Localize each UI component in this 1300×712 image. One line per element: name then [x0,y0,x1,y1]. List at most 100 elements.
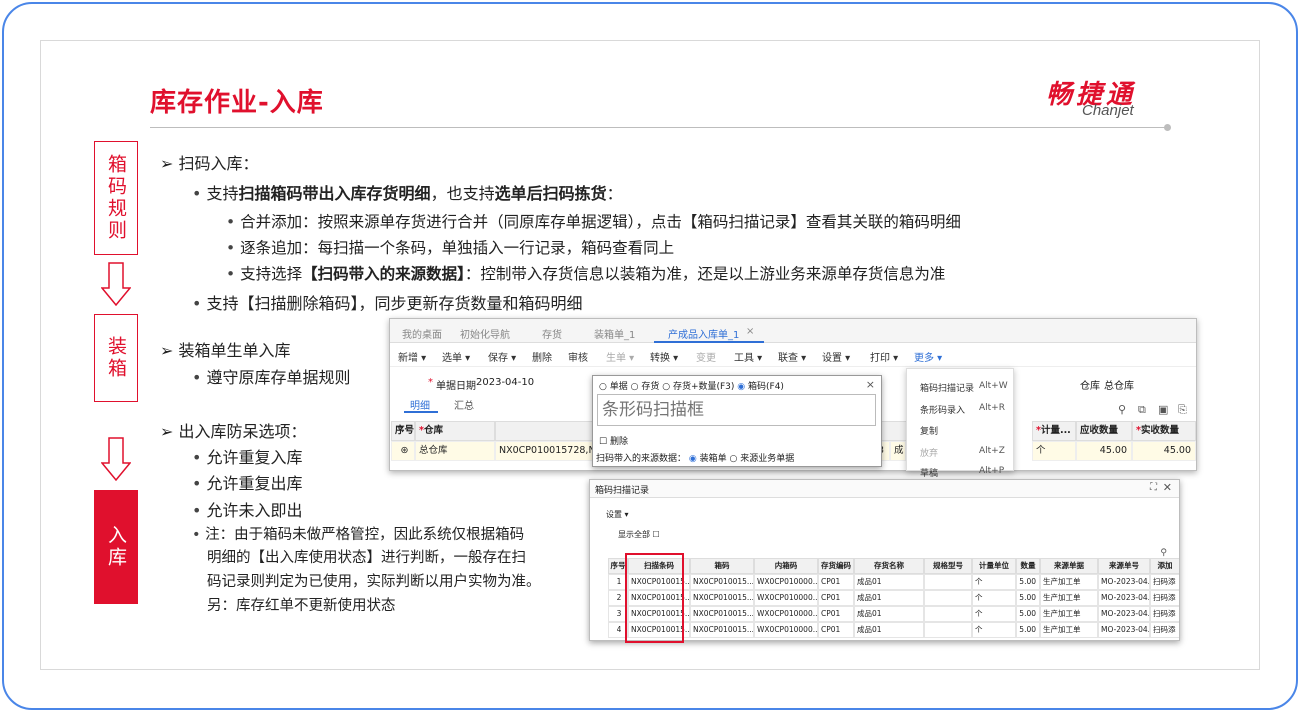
btn-gen[interactable]: 生单 ▾ [606,349,634,364]
btn-settings[interactable]: 设置 ▾ [822,349,850,364]
date-label: 单据日期 [436,381,476,392]
bullet-scan-delete: • 支持【扫描删除箱码】，同步更新存货数量和箱码明细 [192,294,583,313]
paste-icon[interactable]: ▣ [1158,403,1168,416]
radio-label: 存货 [641,382,660,392]
col-source-no: 来源单号 [1098,558,1150,574]
date-field[interactable]: 2023-04-10 [476,377,534,388]
menu-item-discard[interactable]: 放弃 [920,446,938,459]
text-segment: 支持选择 [240,265,303,283]
barcode-scan-popup: ○ 单据 ○ 存货 ○ 存货+数量(F3) ◉ 箱码(F4) × ☐ 删除 扫码… [592,375,882,467]
close-icon[interactable]: × [746,326,754,337]
cell-qty: 5.00 [1016,574,1040,590]
shortcut: Alt+R [979,403,1005,413]
btn-label: 联查 [778,353,798,364]
cell-unit[interactable]: 个 [1032,441,1076,461]
copy-icon[interactable]: ⧉ [1138,403,1146,417]
text-segment: 允许未入即出 [206,501,303,520]
header-label: 计量... [1040,425,1071,436]
cell-x: 成 [890,441,906,461]
radio-box-code[interactable]: ◉ 箱码(F4) [737,382,784,392]
tab-stock-in-order[interactable]: 产成品入库单_1 [668,326,739,341]
section-scan-in: ➢ 扫码入库： [160,154,259,173]
col-inner-box-code: 内箱码 [754,558,818,574]
tab-desktop[interactable]: 我的桌面 [402,326,442,341]
col-unit: 计量单位 [972,558,1016,574]
menu-item-copy[interactable]: 复制 [920,424,938,437]
logo-english: Chanjet [1082,102,1134,119]
tab-packing-list[interactable]: 装箱单_1 [594,326,635,341]
cell-source-no: MO-2023-04... [1098,606,1150,622]
cell-stock-code: CP01 [818,622,854,638]
bullet-scan-support: • 支持扫描箱码带出入库存货明细，也支持选单后扫码拣货： [192,184,623,203]
cell-box-code: NX0CP010015... [690,574,754,590]
bullet-follow-rules: • 遵守原库存单据规则 [192,368,351,387]
col-warehouse: *仓库 [415,421,495,441]
radio-stock[interactable]: ○ 存货 [631,382,660,392]
tab-inventory[interactable]: 存货 [542,326,562,341]
settings-dropdown[interactable]: 设置 ▾ [606,509,629,520]
export-icon[interactable]: ⎘ [1178,403,1187,417]
cell-source-no: MO-2023-04... [1098,590,1150,606]
menu-item-draft[interactable]: 草稿 [920,466,938,479]
subtab-detail[interactable]: 明细 [410,397,430,412]
cell-qty: 5.00 [1016,606,1040,622]
btn-link[interactable]: 联查 ▾ [778,349,806,364]
btn-delete[interactable]: 删除 [532,349,552,364]
location-icon[interactable]: ⚲ [1118,403,1126,416]
col-actual-qty: *实收数量 [1132,421,1196,441]
col-spec: 规格型号 [924,558,972,574]
btn-more[interactable]: 更多 ▾ [914,349,942,364]
radio-packing[interactable]: ◉ 装箱单 [689,454,727,464]
location-icon[interactable]: ⚲ [1160,548,1167,558]
btn-label: 新增 [398,353,418,364]
cell-unit: 个 [972,590,1016,606]
barcode-scan-input[interactable] [597,394,876,426]
tab-bar: 我的桌面 初始化导航 存货 装箱单_1 产成品入库单_1 × [390,319,1196,343]
cell-actual-qty[interactable]: 45.00 [1132,441,1196,461]
menu-item-barcode-entry[interactable]: 条形码录入 [920,403,965,416]
btn-label: 转换 [650,353,670,364]
maximize-icon[interactable]: ⛶ [1150,482,1157,493]
bullet-append: • 逐条追加：每扫描一个条码，单独插入一行记录，箱码查看同上 [226,239,675,257]
cell-due-qty[interactable]: 45.00 [1076,441,1132,461]
btn-change[interactable]: 变更 [696,349,716,364]
divider-dot [1164,124,1171,131]
btn-select[interactable]: 选单 ▾ [442,349,470,364]
row-icon[interactable]: ⊛ [391,441,415,461]
step-barcode-rule: 箱码规则 [94,141,138,255]
close-icon[interactable]: × [866,378,875,391]
cell-spec [924,590,972,606]
cell-inner-box-code: WX0CP010000... [754,574,818,590]
radio-doc[interactable]: ○ 单据 [599,382,628,392]
btn-print[interactable]: 打印 ▾ [870,349,898,364]
menu-item-scan-record[interactable]: 箱码扫描记录 [920,381,974,394]
text-segment: 支持【扫描删除箱码】，同步更新存货数量和箱码明细 [206,294,583,313]
btn-audit[interactable]: 审核 [568,349,588,364]
radio-stock-qty[interactable]: ○ 存货+数量(F3) [662,382,734,392]
dropdown-label: 设置 [606,510,622,519]
text-segment: 合并添加：按照来源单存货进行合并（同原库存单据逻辑），点击【箱码扫描记录】查看其… [240,213,961,231]
col-added: 添加 [1150,558,1179,574]
subtab-indicator [404,411,438,413]
btn-new[interactable]: 新增 ▾ [398,349,426,364]
cell-warehouse[interactable]: 总仓库 [415,441,495,461]
radio-source-doc[interactable]: ○ 来源业务单据 [730,454,795,464]
delete-checkbox[interactable]: ☐ 删除 [599,434,628,447]
cell-spec [924,622,972,638]
btn-tools[interactable]: 工具 ▾ [734,349,762,364]
subtab-summary[interactable]: 汇总 [454,397,474,412]
shortcut: Alt+P [979,466,1005,476]
show-all-checkbox[interactable]: 显示全部 ☐ [618,529,660,540]
cell-unit: 个 [972,574,1016,590]
col-seq: 序号 [391,421,415,441]
bold-segment: 【扫码带入的来源数据】 [302,265,465,283]
btn-convert[interactable]: 转换 ▾ [650,349,678,364]
warehouse-field[interactable]: 总仓库 [1104,377,1134,392]
header-label: 实收数量 [1140,425,1179,436]
cell-source-no: MO-2023-04... [1098,574,1150,590]
tab-init-nav[interactable]: 初始化导航 [460,326,510,341]
btn-save[interactable]: 保存 ▾ [488,349,516,364]
close-icon[interactable]: ✕ [1163,481,1172,494]
text-segment: ： [606,184,623,203]
bullet-source-data: • 支持选择【扫码带入的来源数据】：控制带入存货信息以装箱为准，还是以上游业务来… [226,265,946,283]
